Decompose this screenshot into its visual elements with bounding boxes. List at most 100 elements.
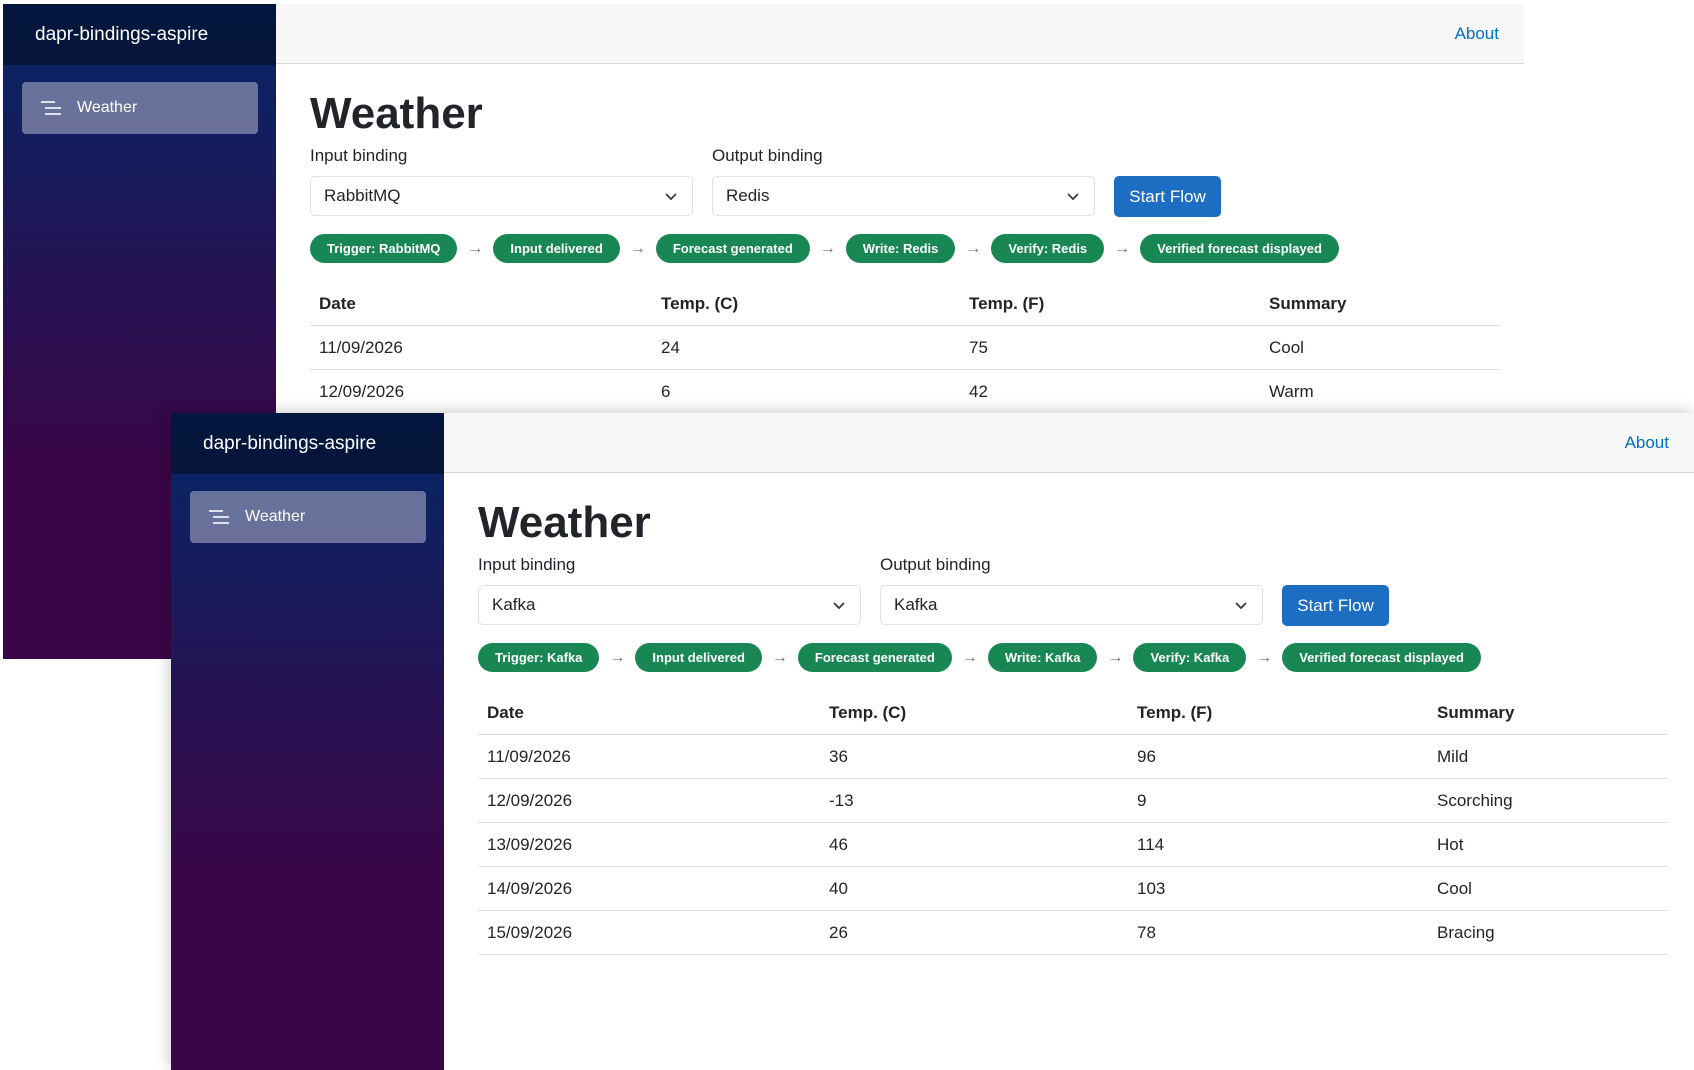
- app-brand[interactable]: dapr-bindings-aspire: [203, 433, 376, 455]
- sidebar-item-label: Weather: [245, 508, 306, 525]
- flow-steps: Trigger: Kafka → Input delivered → Forec…: [478, 643, 1481, 672]
- column-header-temp-f: Temp. (F): [1128, 691, 1428, 735]
- arrow-icon: →: [629, 239, 646, 257]
- cell-summary: Cool: [1260, 325, 1500, 370]
- cell-temp-c: 40: [820, 866, 1128, 911]
- table-row: 11/09/2026 24 75 Cool: [310, 325, 1500, 370]
- input-binding-label: Input binding: [310, 146, 408, 165]
- start-flow-button[interactable]: Start Flow: [1282, 585, 1389, 626]
- flow-step: Verify: Kafka: [1133, 643, 1247, 672]
- table-row: 14/09/2026 40 103 Cool: [478, 866, 1668, 911]
- cell-temp-f: 78: [1128, 910, 1428, 955]
- flow-step: Forecast generated: [655, 234, 810, 263]
- cell-temp-f: 96: [1128, 734, 1428, 779]
- output-binding-value: Kafka: [894, 595, 938, 614]
- arrow-icon: →: [819, 239, 836, 257]
- column-header-temp-c: Temp. (C): [820, 691, 1128, 735]
- menu-lines-icon: [41, 101, 61, 115]
- cell-temp-c: 6: [652, 369, 960, 414]
- cell-temp-c: 36: [820, 734, 1128, 779]
- arrow-icon: →: [467, 239, 484, 257]
- output-binding-select[interactable]: Kafka: [880, 585, 1263, 625]
- flow-step: Trigger: RabbitMQ: [310, 234, 458, 263]
- flow-steps: Trigger: RabbitMQ → Input delivered → Fo…: [310, 234, 1339, 263]
- top-row: About: [276, 4, 1524, 64]
- input-binding-value: Kafka: [492, 595, 536, 614]
- cell-temp-f: 103: [1128, 866, 1428, 911]
- about-link[interactable]: About: [1455, 24, 1499, 44]
- cell-temp-c: 24: [652, 325, 960, 370]
- input-binding-select[interactable]: Kafka: [478, 585, 861, 625]
- table-row: 15/09/2026 26 78 Bracing: [478, 910, 1668, 955]
- table-row: 12/09/2026 -13 9 Scorching: [478, 778, 1668, 823]
- page-content: Weather Input binding Kafka Output bindi…: [478, 497, 1668, 955]
- binding-form: Input binding RabbitMQ Output binding Re…: [310, 146, 1500, 263]
- table-row: 13/09/2026 46 114 Hot: [478, 822, 1668, 867]
- start-flow-button[interactable]: Start Flow: [1114, 176, 1221, 217]
- table-row: 12/09/2026 6 42 Warm: [310, 369, 1500, 414]
- chevron-down-icon: [1067, 193, 1079, 201]
- arrow-icon: →: [961, 648, 978, 666]
- output-binding-label: Output binding: [880, 555, 991, 574]
- cell-summary: Cool: [1428, 866, 1668, 911]
- cell-summary: Bracing: [1428, 910, 1668, 955]
- cell-date: 12/09/2026: [478, 778, 820, 823]
- cell-temp-c: -13: [820, 778, 1128, 823]
- cell-date: 14/09/2026: [478, 866, 820, 911]
- cell-date: 11/09/2026: [478, 734, 820, 779]
- column-header-summary: Summary: [1260, 282, 1500, 326]
- sidebar-item-weather[interactable]: Weather: [190, 491, 426, 543]
- arrow-icon: →: [1256, 648, 1273, 666]
- brand-bar: dapr-bindings-aspire: [171, 413, 444, 474]
- sidebar-item-weather[interactable]: Weather: [22, 82, 258, 134]
- table-row: 11/09/2026 36 96 Mild: [478, 734, 1668, 779]
- cell-summary: Mild: [1428, 734, 1668, 779]
- output-binding-select[interactable]: Redis: [712, 176, 1095, 216]
- input-binding-select[interactable]: RabbitMQ: [310, 176, 693, 216]
- column-header-date: Date: [478, 691, 820, 735]
- arrow-icon: →: [771, 648, 788, 666]
- cell-temp-f: 9: [1128, 778, 1428, 823]
- flow-step: Verified forecast displayed: [1282, 643, 1481, 672]
- cell-date: 11/09/2026: [310, 325, 652, 370]
- main-area: About Weather Input binding Kafka Output…: [444, 413, 1694, 1070]
- arrow-icon: →: [609, 648, 626, 666]
- input-binding-value: RabbitMQ: [324, 186, 401, 205]
- arrow-icon: →: [965, 239, 982, 257]
- app-window-kafka: dapr-bindings-aspire Weather About Weath…: [171, 413, 1694, 1070]
- arrow-icon: →: [1107, 648, 1124, 666]
- chevron-down-icon: [833, 602, 845, 610]
- binding-form: Input binding Kafka Output binding Kafka…: [478, 555, 1668, 672]
- cell-temp-f: 114: [1128, 822, 1428, 867]
- menu-lines-icon: [209, 510, 229, 524]
- page-content: Weather Input binding RabbitMQ Output bi…: [310, 88, 1500, 414]
- flow-step: Write: Redis: [845, 234, 956, 263]
- flow-step: Input delivered: [493, 234, 620, 263]
- about-link[interactable]: About: [1625, 433, 1669, 453]
- cell-temp-c: 46: [820, 822, 1128, 867]
- cell-date: 12/09/2026: [310, 369, 652, 414]
- cell-date: 15/09/2026: [478, 910, 820, 955]
- cell-summary: Warm: [1260, 369, 1500, 414]
- cell-summary: Scorching: [1428, 778, 1668, 823]
- page-title: Weather: [310, 89, 483, 138]
- app-brand[interactable]: dapr-bindings-aspire: [35, 24, 208, 46]
- flow-step: Verify: Redis: [991, 234, 1105, 263]
- chevron-down-icon: [1235, 602, 1247, 610]
- flow-step: Write: Kafka: [987, 643, 1098, 672]
- flow-step: Input delivered: [635, 643, 762, 672]
- table-header-row: Date Temp. (C) Temp. (F) Summary: [310, 282, 1500, 326]
- column-header-date: Date: [310, 282, 652, 326]
- cell-temp-f: 42: [960, 369, 1260, 414]
- chevron-down-icon: [665, 193, 677, 201]
- page-title: Weather: [478, 498, 651, 547]
- top-row: About: [444, 413, 1694, 473]
- cell-temp-f: 75: [960, 325, 1260, 370]
- forecast-table: Date Temp. (C) Temp. (F) Summary 11/09/2…: [478, 691, 1668, 955]
- output-binding-value: Redis: [726, 186, 770, 205]
- cell-summary: Hot: [1428, 822, 1668, 867]
- column-header-summary: Summary: [1428, 691, 1668, 735]
- table-header-row: Date Temp. (C) Temp. (F) Summary: [478, 691, 1668, 735]
- brand-bar: dapr-bindings-aspire: [3, 4, 276, 65]
- cell-date: 13/09/2026: [478, 822, 820, 867]
